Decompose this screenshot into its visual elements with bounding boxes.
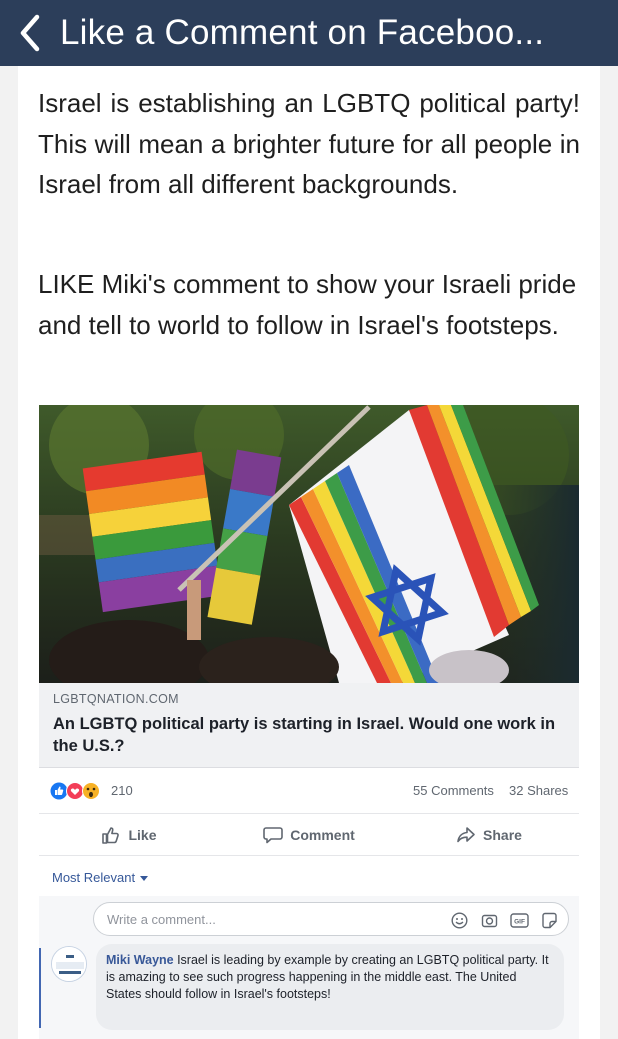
shares-count[interactable]: 32 Shares (509, 783, 568, 798)
back-button[interactable] (0, 0, 60, 66)
comment-sort-dropdown[interactable]: Most Relevant (52, 870, 149, 885)
link-preview-meta[interactable]: LGBTQNATION.COM An LGBTQ political party… (39, 683, 579, 768)
action-bar: Like Comment Share (39, 814, 579, 856)
engagement-stats: 210 55 Comments 32 Shares (39, 768, 579, 814)
share-button[interactable]: Share (399, 814, 579, 855)
caret-down-icon (140, 876, 149, 882)
post-card: Israel is establishing an LGBTQ politica… (18, 66, 600, 1039)
link-domain: LGBTQNATION.COM (53, 692, 179, 706)
reactions-count[interactable]: 210 (111, 783, 133, 798)
comment-author[interactable]: Miki Wayne (106, 953, 174, 967)
comment-input-placeholder: Write a comment... (107, 912, 216, 927)
svg-text:GIF: GIF (514, 918, 525, 925)
thumbs-up-icon (102, 826, 120, 844)
flags-photo (39, 405, 579, 683)
sort-label: Most Relevant (52, 870, 136, 885)
sticker-icon[interactable] (538, 909, 560, 931)
comment-bubble: Miki Wayne Israel is leading by example … (96, 944, 564, 1030)
chevron-left-icon (20, 14, 40, 52)
share-arrow-icon (457, 826, 475, 842)
avatar[interactable] (51, 946, 87, 982)
comment-button[interactable]: Comment (219, 814, 399, 855)
comment-bubble-icon (263, 826, 284, 843)
comment-label: Comment (290, 826, 355, 843)
share-label: Share (483, 826, 522, 843)
comments-count[interactable]: 55 Comments (413, 783, 494, 798)
page-title: Like a Comment on Faceboo... (60, 13, 545, 52)
camera-icon[interactable] (478, 909, 500, 931)
link-preview-image[interactable] (39, 405, 579, 683)
comments-section: Write a comment... GIF Miki Wayne Israel… (39, 896, 579, 1039)
comment-thread-line (39, 948, 41, 1028)
link-headline[interactable]: An LGBTQ political party is starting in … (53, 713, 563, 757)
like-button[interactable]: Like (39, 814, 219, 855)
post-text-paragraph-2: LIKE Miki's comment to show your Israeli… (38, 269, 577, 340)
composer-icons: GIF (448, 909, 560, 931)
like-label: Like (128, 826, 157, 843)
reactions-icons[interactable] (50, 782, 108, 800)
top-bar: Like a Comment on Faceboo... (0, 0, 618, 66)
post-text-paragraph-1: Israel is establishing an LGBTQ politica… (38, 88, 580, 199)
comment-input[interactable]: Write a comment... GIF (93, 902, 569, 936)
emoji-icon[interactable] (448, 909, 470, 931)
gif-icon[interactable]: GIF (508, 909, 530, 931)
